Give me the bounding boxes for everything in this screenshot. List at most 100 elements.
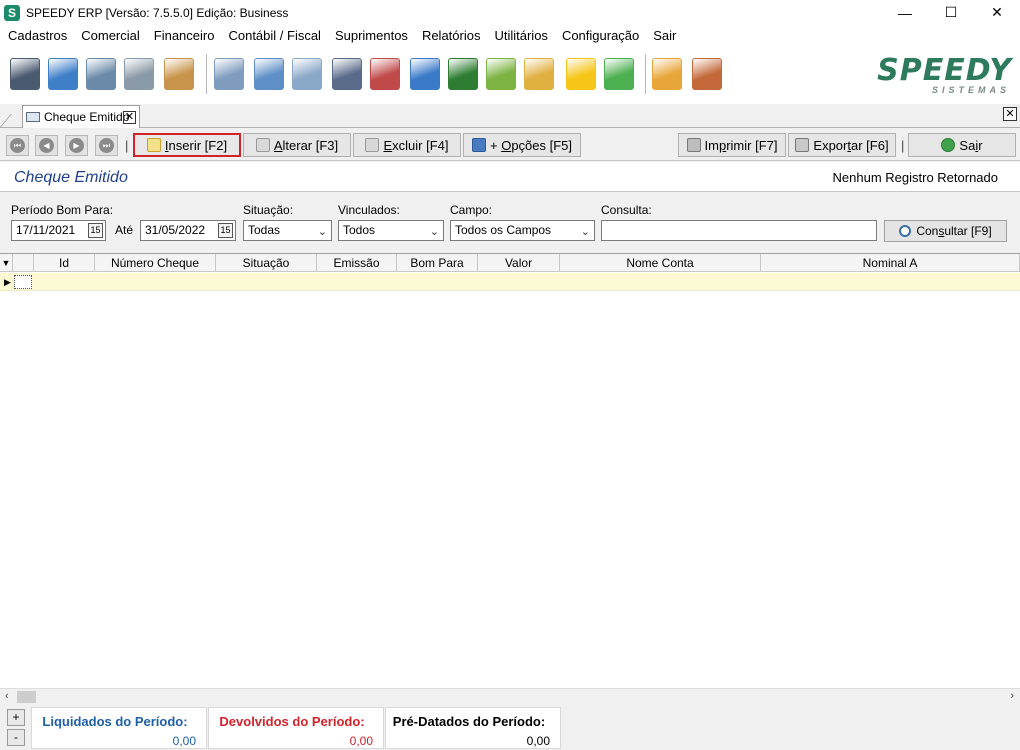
spreadsheet-icon[interactable]	[292, 58, 322, 90]
users-group-icon[interactable]	[86, 58, 116, 90]
liquidated-total: Liquidados do Período: 0,00	[31, 707, 207, 749]
menu-cadastros[interactable]: Cadastros	[1, 25, 74, 46]
field-select[interactable]: Todos os Campos ⌄	[450, 220, 595, 241]
table-row[interactable]: ▶	[0, 273, 1020, 291]
user-blue-icon[interactable]	[48, 58, 78, 90]
delete-mnemonic: E	[383, 137, 393, 153]
box-icon[interactable]	[164, 58, 194, 90]
query-input[interactable]	[601, 220, 877, 241]
delete-button[interactable]: Excluir [F4]	[353, 133, 461, 157]
grid-header-good-for[interactable]: Bom Para	[397, 254, 478, 272]
menu-suprimentos[interactable]: Suprimentos	[328, 25, 415, 46]
query-label: Consulta:	[601, 203, 652, 217]
menu-relatorios[interactable]: Relatórios	[415, 25, 488, 46]
scroll-right-icon[interactable]: ›	[1010, 690, 1014, 702]
print-button[interactable]: Im p rimir [F7]	[678, 133, 786, 157]
date-from-field[interactable]: 17/11/2021 15	[11, 220, 106, 241]
chevron-down-icon: ⌄	[317, 226, 327, 238]
menu-sair[interactable]: Sair	[646, 25, 683, 46]
exit-door-icon[interactable]	[692, 58, 722, 90]
exit-button[interactable]: Sa i r	[908, 133, 1016, 157]
returned-value: 0,00	[349, 734, 373, 748]
insert-button[interactable]: Inserir [F2]	[133, 133, 241, 157]
yellow-folder-icon[interactable]	[566, 58, 596, 90]
alter-button[interactable]: Alterar [F3]	[243, 133, 351, 157]
exit-label: r	[978, 137, 983, 153]
menu-contabil-fiscal[interactable]: Contábil / Fiscal	[221, 25, 327, 46]
grid-header-account-name[interactable]: Nome Conta	[560, 254, 761, 272]
previous-record-button[interactable]: ◀	[35, 135, 58, 156]
keys-user-icon[interactable]	[652, 58, 682, 90]
grid-header-issue-date[interactable]: Emissão	[317, 254, 397, 272]
calendar-icon[interactable]: 15	[218, 223, 233, 238]
expand-button[interactable]: +	[7, 709, 25, 726]
money-icon[interactable]	[486, 58, 516, 90]
calculator-sheet-icon[interactable]	[214, 58, 244, 90]
grid-header-situation[interactable]: Situação	[216, 254, 317, 272]
grid-header-value[interactable]: Valor	[478, 254, 560, 272]
more-options-button[interactable]: + Opções [F5]	[463, 133, 581, 157]
scroll-left-icon[interactable]: ‹	[5, 690, 9, 702]
logo-text: SPEEDY	[877, 53, 1012, 88]
export-label: ar [F6]	[851, 137, 889, 153]
until-label: Até	[115, 223, 134, 237]
internet-explorer-icon[interactable]	[410, 58, 440, 90]
toolbar-separator	[206, 54, 207, 94]
predated-value: 0,00	[526, 734, 550, 748]
scroll-thumb[interactable]	[17, 691, 36, 703]
predated-total: Pré-Datados do Período: 0,00	[385, 707, 561, 749]
tab-cheque-emitido[interactable]: Cheque Emitido ✕	[22, 105, 140, 128]
collapse-button[interactable]: -	[7, 729, 25, 746]
linked-select[interactable]: Todos ⌄	[338, 220, 444, 241]
truck-icon[interactable]	[124, 58, 154, 90]
previous-icon: ◀	[39, 138, 54, 153]
close-window-button[interactable]: ✕	[974, 0, 1020, 25]
close-tab-icon[interactable]: ✕	[123, 111, 136, 124]
separator: |	[901, 138, 905, 153]
returned-total: Devolvidos do Período: 0,00	[208, 707, 384, 749]
print-prefix: Im	[704, 137, 719, 153]
situation-select[interactable]: Todas ⌄	[243, 220, 332, 241]
chevron-down-icon: ⌄	[429, 226, 439, 238]
calendar-icon[interactable]: 15	[88, 223, 103, 238]
filter-panel: Período Bom Para: 17/11/2021 15 Até 31/0…	[0, 193, 1020, 252]
close-all-tabs-icon[interactable]: ✕	[1003, 107, 1017, 121]
grid-header-nominal[interactable]: Nominal A	[761, 254, 1020, 272]
user-dark-icon[interactable]	[10, 58, 40, 90]
linked-label: Vinculados:	[338, 203, 400, 217]
credit-card-icon[interactable]	[524, 58, 554, 90]
menu-financeiro[interactable]: Financeiro	[147, 25, 222, 46]
export-prefix: Expor	[813, 137, 848, 153]
report-icon[interactable]	[332, 58, 362, 90]
grid-header-cheque-number[interactable]: Número Cheque	[95, 254, 216, 272]
status-message: Nenhum Registro Retornado	[832, 170, 998, 185]
export-button[interactable]: Expor t ar [F6]	[788, 133, 896, 157]
next-record-button[interactable]: ▶	[65, 135, 88, 156]
edit-icon	[255, 138, 270, 152]
returned-label: Devolvidos do Período:	[219, 714, 365, 729]
green-book-icon[interactable]	[448, 58, 478, 90]
column-menu-icon[interactable]: ▼	[0, 254, 13, 272]
document-list-icon[interactable]	[254, 58, 284, 90]
current-row-indicator-icon: ▶	[4, 277, 11, 287]
minimize-button[interactable]: —	[882, 0, 928, 25]
row-edit-cell[interactable]	[14, 275, 32, 289]
horizontal-scrollbar[interactable]: ‹ ›	[0, 688, 1020, 705]
date-to-field[interactable]: 31/05/2022 15	[140, 220, 236, 241]
grid-header-id[interactable]: Id	[34, 254, 95, 272]
html-document-icon[interactable]	[370, 58, 400, 90]
menu-configuracao[interactable]: Configuração	[555, 25, 646, 46]
linked-value: Todos	[343, 223, 376, 237]
icon-toolbar: SPEEDY SISTEMAS	[0, 46, 1020, 104]
last-record-button[interactable]: ⏭	[95, 135, 118, 156]
add-icon	[146, 138, 161, 152]
date-to-value: 31/05/2022	[145, 223, 206, 237]
menu-comercial[interactable]: Comercial	[74, 25, 147, 46]
consult-button[interactable]: Con s ultar [F9]	[884, 220, 1007, 242]
insert-label: nserir [F2]	[168, 137, 228, 153]
data-grid: ▼ Id Número Cheque Situação Emissão Bom …	[0, 253, 1020, 688]
menu-utilitarios[interactable]: Utilitários	[487, 25, 554, 46]
green-note-icon[interactable]	[604, 58, 634, 90]
maximize-button[interactable]: ☐	[928, 0, 974, 25]
first-record-button[interactable]: ⏮	[6, 135, 29, 156]
